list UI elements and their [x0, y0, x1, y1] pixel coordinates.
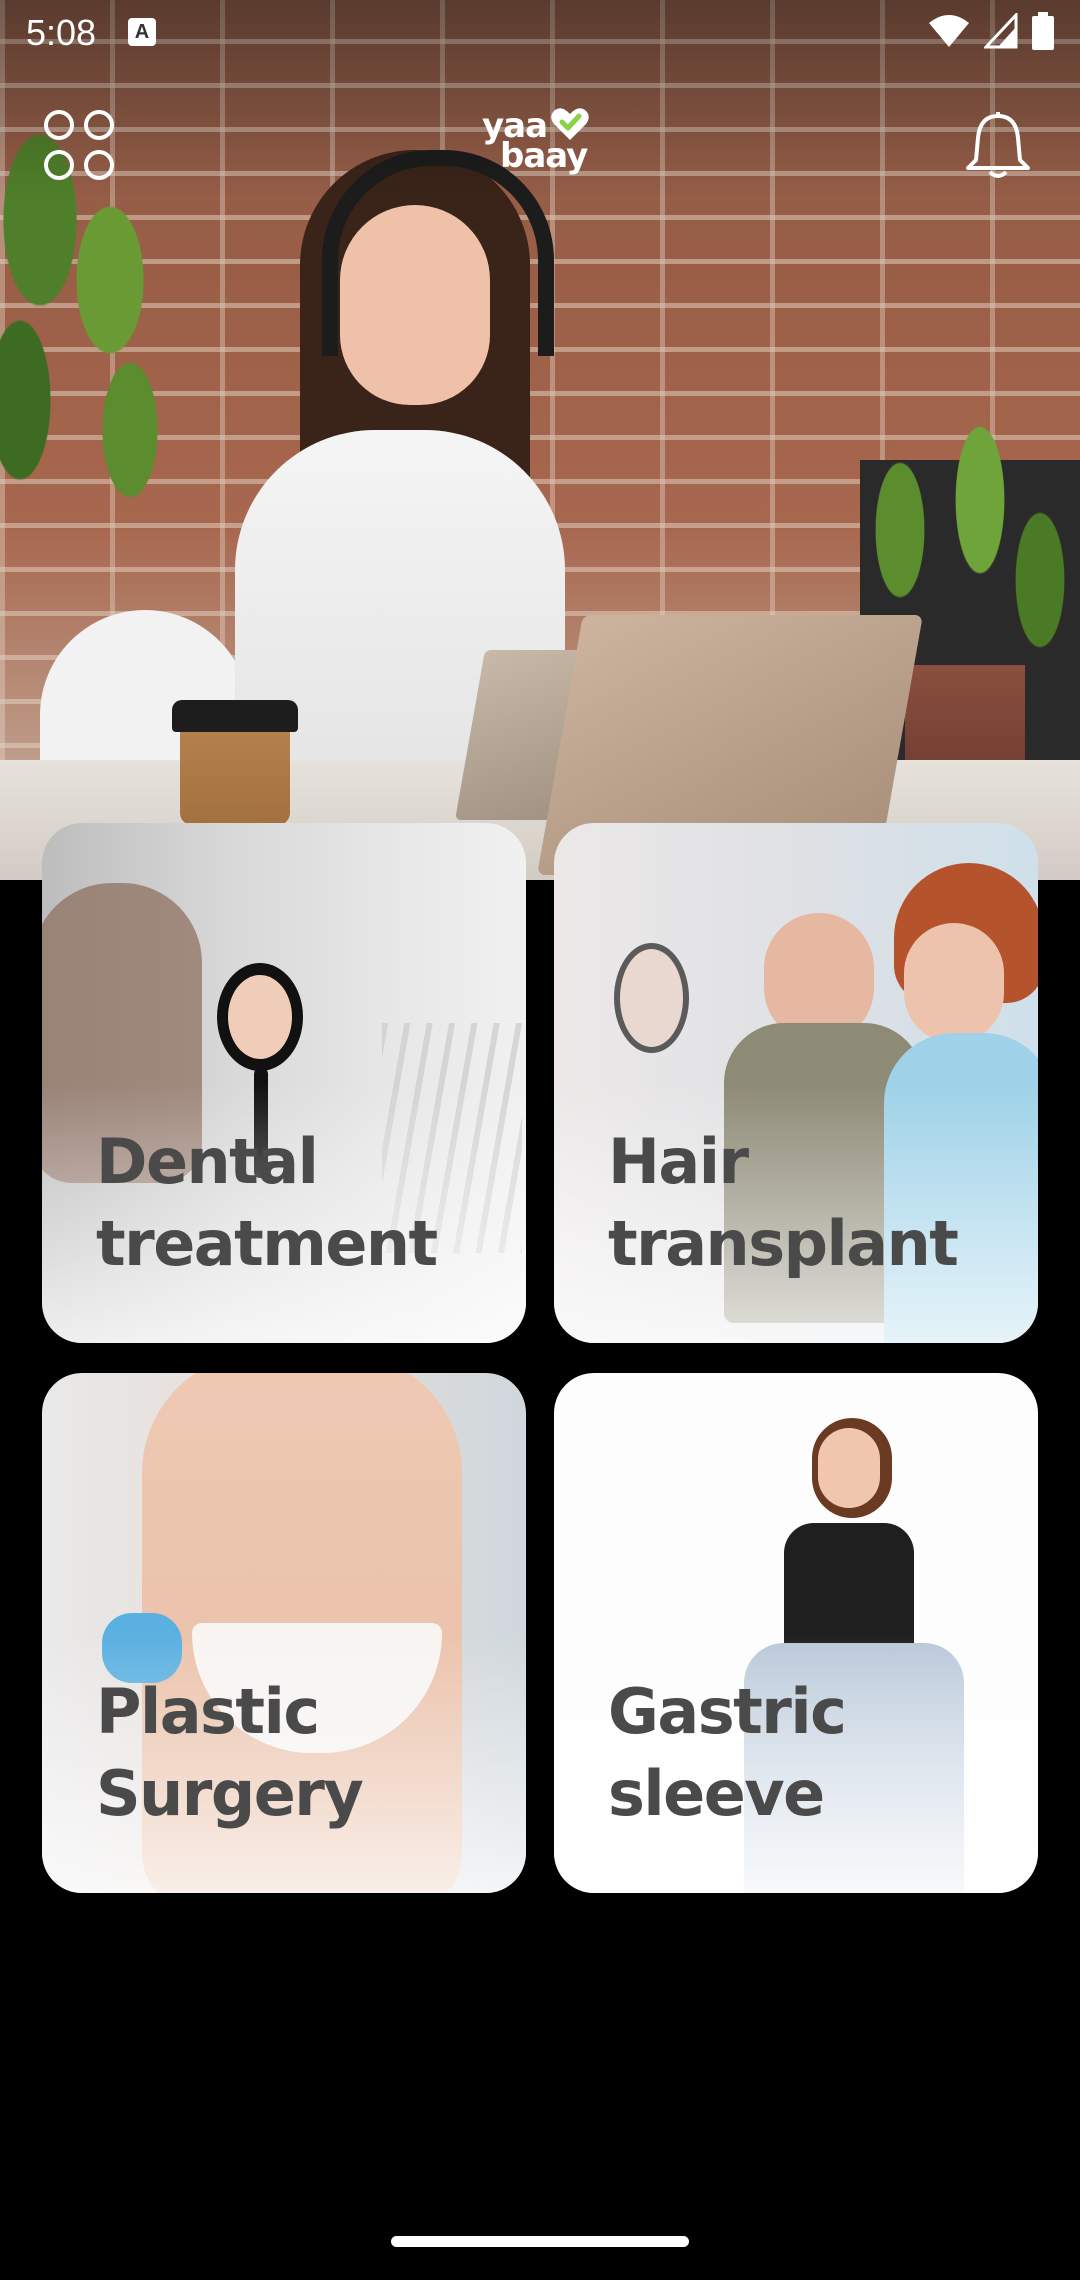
wifi-icon [929, 15, 969, 47]
notification-a-icon: A [128, 18, 156, 46]
logo-text-bottom: baay [500, 136, 588, 176]
grid-circles-icon[interactable] [42, 108, 116, 182]
signal-icon [984, 13, 1018, 49]
battery-icon [1032, 12, 1054, 50]
card-gastric-sleeve[interactable]: Gastric sleeve [554, 1373, 1038, 1893]
card-dental-treatment[interactable]: Dental treatment [42, 823, 526, 1343]
status-icons [928, 12, 1054, 50]
coffee-cup-lid [172, 700, 298, 732]
card-label: Plastic Surgery [96, 1675, 364, 1830]
card-label: Gastric sleeve [608, 1675, 847, 1830]
app-logo: yaa baay [478, 108, 598, 180]
card-hair-transplant[interactable]: Hair transplant [554, 823, 1038, 1343]
home-indicator[interactable] [391, 2236, 689, 2247]
status-bar: 5:08 A [0, 0, 1080, 66]
card-plastic-surgery[interactable]: Plastic Surgery [42, 1373, 526, 1893]
bell-icon[interactable] [964, 110, 1032, 182]
card-label: Hair transplant [608, 1125, 959, 1280]
status-time: 5:08 [26, 12, 97, 53]
card-label: Dental treatment [96, 1125, 438, 1280]
heart-check-icon [551, 108, 589, 140]
